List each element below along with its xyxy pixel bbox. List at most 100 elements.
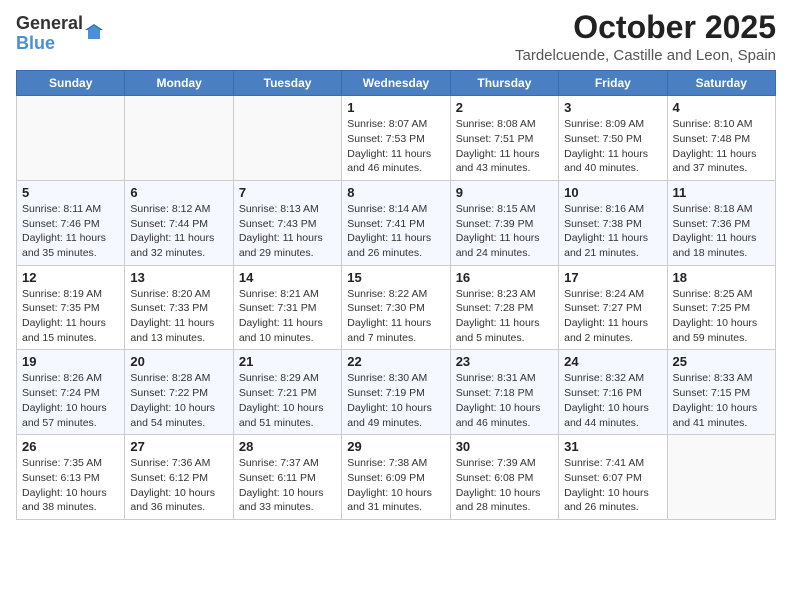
table-row: 2 Sunrise: 8:08 AM Sunset: 7:51 PM Daylig… (450, 96, 558, 181)
calendar-week-row: 19Sunrise: 8:26 AM Sunset: 7:24 PM Dayli… (17, 350, 776, 435)
table-row: 24Sunrise: 8:32 AM Sunset: 7:16 PM Dayli… (559, 350, 667, 435)
table-row: 10Sunrise: 8:16 AM Sunset: 7:38 PM Dayli… (559, 180, 667, 265)
day-info: Sunrise: 8:22 AM Sunset: 7:30 PM Dayligh… (347, 287, 444, 346)
table-row: 20 Sunrise: 8:28 AM Sunset: 7:22 PM Dayli… (125, 350, 233, 435)
calendar-header-row: Sunday Monday Tuesday Wednesday Thursday… (17, 71, 776, 96)
logo-icon (85, 24, 103, 42)
day-info: Sunrise: 8:25 AM Sunset: 7:25 PM Dayligh… (673, 287, 770, 346)
col-tuesday: Tuesday (233, 71, 341, 96)
day-info: Sunrise: 8:08 AM Sunset: 7:51 PM Dayligh… (456, 117, 553, 176)
day-number: 2 (456, 100, 553, 115)
table-row (125, 96, 233, 181)
day-info: Sunrise: 8:33 AM Sunset: 7:15 PM Dayligh… (673, 371, 770, 430)
table-row: 4Sunrise: 8:10 AM Sunset: 7:48 PM Daylig… (667, 96, 775, 181)
day-number: 20 (130, 354, 227, 369)
table-row: 3Sunrise: 8:09 AM Sunset: 7:50 PM Daylig… (559, 96, 667, 181)
page: General Blue October 2025 Tardelcuende, … (0, 0, 792, 612)
col-saturday: Saturday (667, 71, 775, 96)
day-number: 12 (22, 270, 119, 285)
day-info: Sunrise: 8:28 AM Sunset: 7:22 PM Dayligh… (130, 371, 227, 430)
day-info: Sunrise: 8:20 AM Sunset: 7:33 PM Dayligh… (130, 287, 227, 346)
table-row: 13 Sunrise: 8:20 AM Sunset: 7:33 PM Dayli… (125, 265, 233, 350)
col-wednesday: Wednesday (342, 71, 450, 96)
day-number: 14 (239, 270, 336, 285)
day-info: Sunrise: 8:29 AM Sunset: 7:21 PM Dayligh… (239, 371, 336, 430)
day-number: 30 (456, 439, 553, 454)
day-info: Sunrise: 8:23 AM Sunset: 7:28 PM Dayligh… (456, 287, 553, 346)
calendar-week-row: 26Sunrise: 7:35 AM Sunset: 6:13 PM Dayli… (17, 435, 776, 520)
col-thursday: Thursday (450, 71, 558, 96)
table-row: 21 Sunrise: 8:29 AM Sunset: 7:21 PM Dayli… (233, 350, 341, 435)
day-info: Sunrise: 8:13 AM Sunset: 7:43 PM Dayligh… (239, 202, 336, 261)
day-info: Sunrise: 8:30 AM Sunset: 7:19 PM Dayligh… (347, 371, 444, 430)
calendar-week-row: 5 Sunrise: 8:11 AM Sunset: 7:46 PM Daylig… (17, 180, 776, 265)
table-row: 18 Sunrise: 8:25 AM Sunset: 7:25 PM Dayli… (667, 265, 775, 350)
table-row: 15 Sunrise: 8:22 AM Sunset: 7:30 PM Dayli… (342, 265, 450, 350)
calendar-week-row: 1 Sunrise: 8:07 AM Sunset: 7:53 PM Daylig… (17, 96, 776, 181)
day-number: 27 (130, 439, 227, 454)
table-row: 16 Sunrise: 8:23 AM Sunset: 7:28 PM Dayli… (450, 265, 558, 350)
day-info: Sunrise: 7:36 AM Sunset: 6:12 PM Dayligh… (130, 456, 227, 515)
day-number: 22 (347, 354, 444, 369)
table-row: 11Sunrise: 8:18 AM Sunset: 7:36 PM Dayli… (667, 180, 775, 265)
table-row: 9 Sunrise: 8:15 AM Sunset: 7:39 PM Daylig… (450, 180, 558, 265)
day-number: 8 (347, 185, 444, 200)
day-info: Sunrise: 8:12 AM Sunset: 7:44 PM Dayligh… (130, 202, 227, 261)
day-number: 6 (130, 185, 227, 200)
table-row: 12 Sunrise: 8:19 AM Sunset: 7:35 PM Dayli… (17, 265, 125, 350)
day-number: 15 (347, 270, 444, 285)
day-info: Sunrise: 7:35 AM Sunset: 6:13 PM Dayligh… (22, 456, 119, 515)
table-row: 17 Sunrise: 8:24 AM Sunset: 7:27 PM Dayli… (559, 265, 667, 350)
day-number: 11 (673, 185, 770, 200)
location-title: Tardelcuende, Castille and Leon, Spain (515, 47, 776, 64)
logo-general: General (16, 14, 83, 34)
day-number: 10 (564, 185, 661, 200)
day-info: Sunrise: 8:24 AM Sunset: 7:27 PM Dayligh… (564, 287, 661, 346)
calendar-week-row: 12 Sunrise: 8:19 AM Sunset: 7:35 PM Dayli… (17, 265, 776, 350)
day-info: Sunrise: 8:19 AM Sunset: 7:35 PM Dayligh… (22, 287, 119, 346)
day-number: 23 (456, 354, 553, 369)
day-info: Sunrise: 8:11 AM Sunset: 7:46 PM Dayligh… (22, 202, 119, 261)
col-monday: Monday (125, 71, 233, 96)
table-row (17, 96, 125, 181)
day-number: 25 (673, 354, 770, 369)
calendar-table: Sunday Monday Tuesday Wednesday Thursday… (16, 70, 776, 520)
day-info: Sunrise: 8:14 AM Sunset: 7:41 PM Dayligh… (347, 202, 444, 261)
table-row: 14Sunrise: 8:21 AM Sunset: 7:31 PM Dayli… (233, 265, 341, 350)
table-row: 22 Sunrise: 8:30 AM Sunset: 7:19 PM Dayli… (342, 350, 450, 435)
table-row: 31Sunrise: 7:41 AM Sunset: 6:07 PM Dayli… (559, 435, 667, 520)
table-row: 1 Sunrise: 8:07 AM Sunset: 7:53 PM Daylig… (342, 96, 450, 181)
table-row: 29 Sunrise: 7:38 AM Sunset: 6:09 PM Dayli… (342, 435, 450, 520)
logo-blue: Blue (16, 34, 83, 54)
day-number: 16 (456, 270, 553, 285)
table-row: 19Sunrise: 8:26 AM Sunset: 7:24 PM Dayli… (17, 350, 125, 435)
day-number: 29 (347, 439, 444, 454)
table-row: 8 Sunrise: 8:14 AM Sunset: 7:41 PM Daylig… (342, 180, 450, 265)
day-number: 24 (564, 354, 661, 369)
header: General Blue October 2025 Tardelcuende, … (16, 10, 776, 64)
logo: General Blue (16, 14, 103, 54)
day-number: 18 (673, 270, 770, 285)
day-number: 4 (673, 100, 770, 115)
day-number: 9 (456, 185, 553, 200)
month-title: October 2025 (515, 10, 776, 45)
day-info: Sunrise: 8:15 AM Sunset: 7:39 PM Dayligh… (456, 202, 553, 261)
day-info: Sunrise: 7:38 AM Sunset: 6:09 PM Dayligh… (347, 456, 444, 515)
col-sunday: Sunday (17, 71, 125, 96)
day-number: 1 (347, 100, 444, 115)
table-row: 7 Sunrise: 8:13 AM Sunset: 7:43 PM Daylig… (233, 180, 341, 265)
day-info: Sunrise: 7:39 AM Sunset: 6:08 PM Dayligh… (456, 456, 553, 515)
day-number: 17 (564, 270, 661, 285)
day-number: 21 (239, 354, 336, 369)
day-info: Sunrise: 8:07 AM Sunset: 7:53 PM Dayligh… (347, 117, 444, 176)
day-number: 31 (564, 439, 661, 454)
day-number: 7 (239, 185, 336, 200)
day-info: Sunrise: 8:31 AM Sunset: 7:18 PM Dayligh… (456, 371, 553, 430)
day-number: 5 (22, 185, 119, 200)
day-number: 13 (130, 270, 227, 285)
day-number: 28 (239, 439, 336, 454)
table-row: 23 Sunrise: 8:31 AM Sunset: 7:18 PM Dayli… (450, 350, 558, 435)
table-row: 5 Sunrise: 8:11 AM Sunset: 7:46 PM Daylig… (17, 180, 125, 265)
table-row: 28Sunrise: 7:37 AM Sunset: 6:11 PM Dayli… (233, 435, 341, 520)
table-row (233, 96, 341, 181)
